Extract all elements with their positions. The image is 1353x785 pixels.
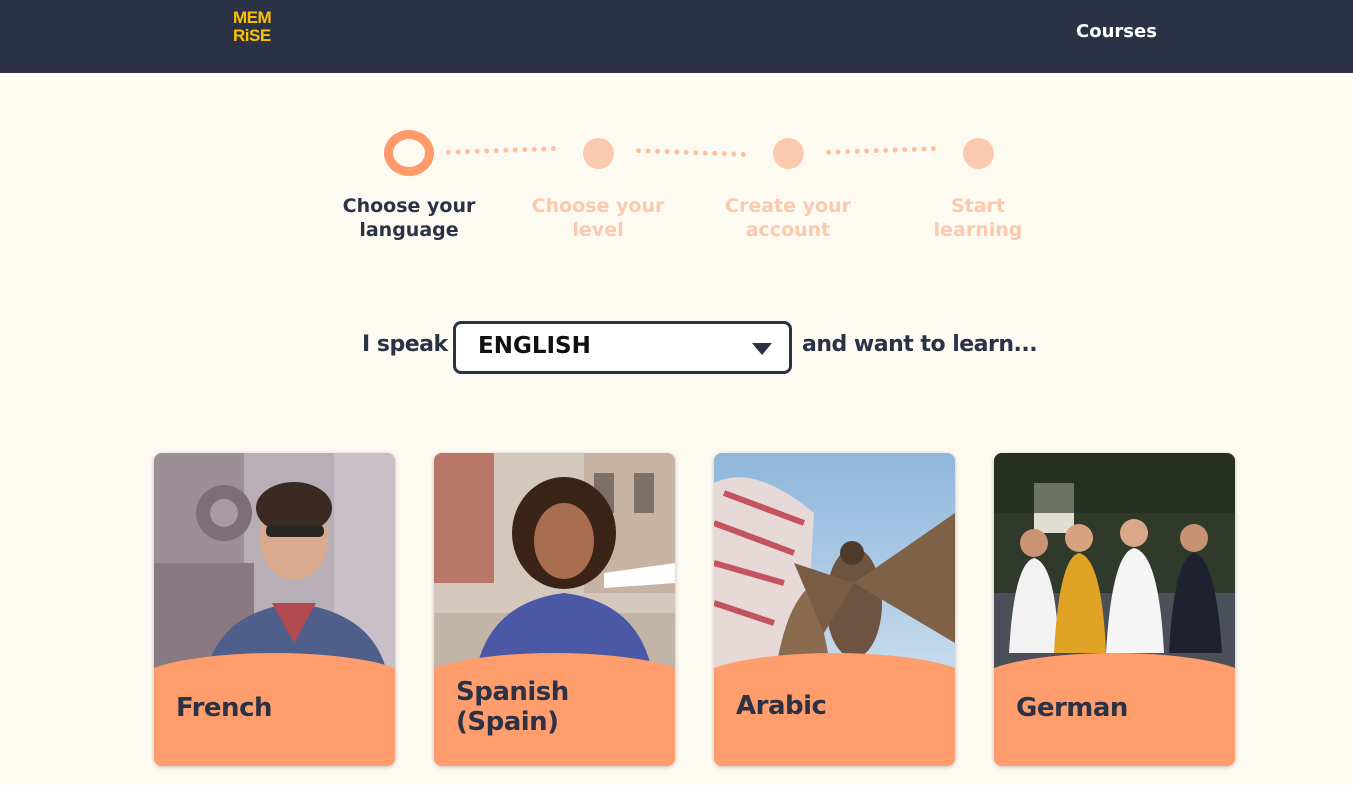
course-title: Spanish (Spain): [456, 677, 666, 737]
course-title: German: [1016, 693, 1128, 723]
step-connector: [635, 148, 747, 157]
source-language-select[interactable]: ENGLISH: [453, 321, 792, 374]
step-1-label-line2: language: [359, 219, 459, 241]
step-4-label-line2: learning: [933, 219, 1023, 241]
course-title: French: [176, 693, 273, 723]
onboarding-progress-stepper: Choose your language Choose your level C…: [0, 120, 1353, 250]
selected-language-value: ENGLISH: [478, 333, 591, 359]
nav-courses-link[interactable]: Courses: [1076, 21, 1157, 42]
step-3-label-line1: Create your: [725, 195, 851, 217]
spanish-course-photo: [434, 453, 675, 683]
course-title-line1: Spanish: [456, 677, 569, 707]
step-4-label: Start learning: [893, 194, 1063, 242]
step-1-indicator: [384, 130, 434, 176]
step-2-indicator: [583, 138, 614, 169]
step-2-label: Choose your level: [513, 194, 683, 242]
step-1-label: Choose your language: [324, 194, 494, 242]
step-4-indicator: [963, 138, 994, 169]
logo-line-2: RiSE: [233, 26, 271, 45]
course-card-german[interactable]: German: [994, 453, 1235, 766]
step-2-label-line1: Choose your: [531, 195, 665, 217]
step-3-label-line2: account: [745, 219, 831, 241]
course-card-spanish-spain[interactable]: Spanish (Spain): [434, 453, 675, 766]
step-connector: [825, 146, 937, 155]
step-connector: [445, 146, 557, 155]
arabic-course-photo: [714, 453, 955, 683]
source-language-row: I speak ENGLISH and want to learn...: [0, 321, 1353, 375]
german-course-photo: [994, 453, 1235, 683]
step-1-label-line1: Choose your: [342, 195, 476, 217]
step-3-label: Create your account: [703, 194, 873, 242]
chevron-down-icon: [752, 343, 772, 355]
course-title-line2: (Spain): [456, 707, 559, 737]
course-title: Arabic: [736, 691, 827, 721]
course-card-arabic[interactable]: Arabic: [714, 453, 955, 766]
logo-line-1: MEM: [233, 8, 272, 27]
want-to-learn-label: and want to learn...: [802, 332, 1038, 357]
step-3-indicator: [773, 138, 804, 169]
step-4-label-line1: Start: [950, 195, 1006, 217]
french-course-photo: [154, 453, 395, 683]
top-navigation-bar: MEM RiSE Courses: [0, 0, 1353, 73]
memrise-logo[interactable]: MEM RiSE: [233, 9, 277, 45]
i-speak-label: I speak: [362, 332, 448, 357]
step-2-label-line2: level: [572, 219, 624, 241]
course-card-french[interactable]: French: [154, 453, 395, 766]
